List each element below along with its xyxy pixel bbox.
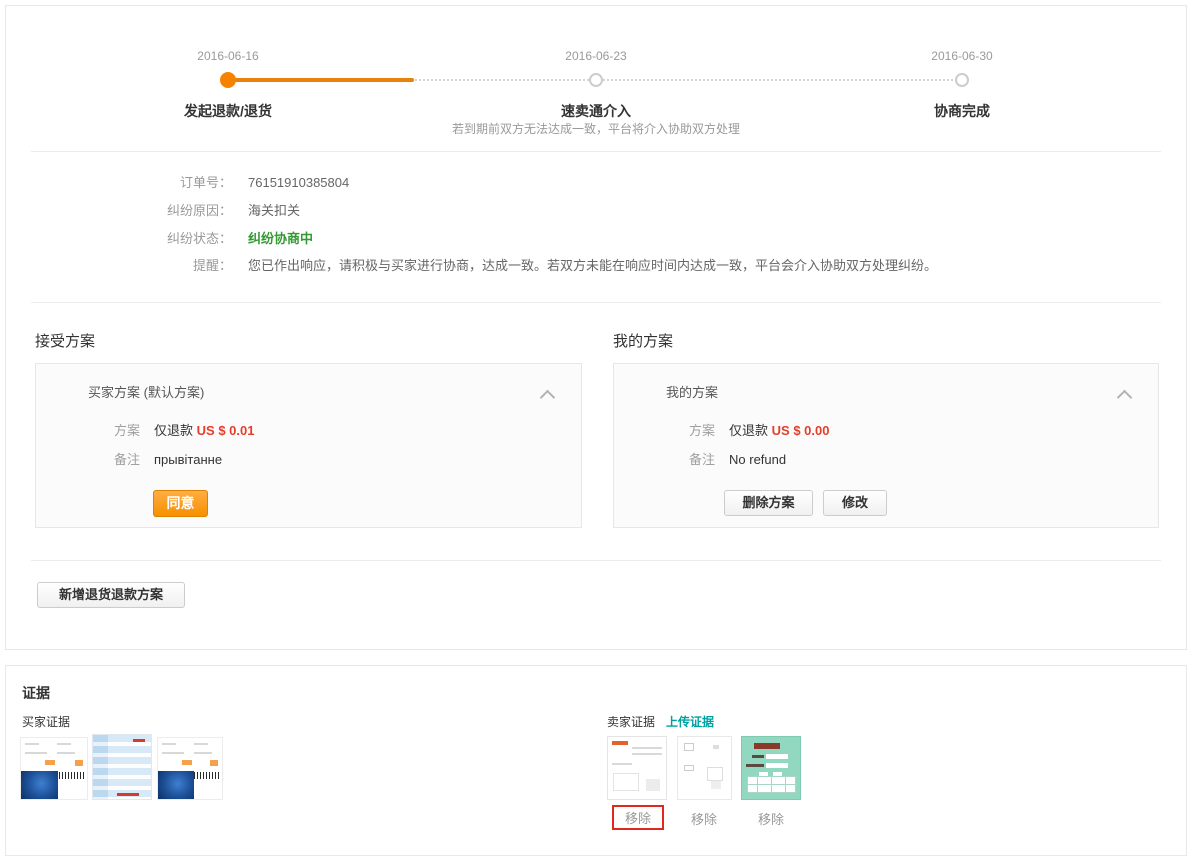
thumbnail-decoration [75, 760, 83, 766]
evidence-panel: 证据 买家证据 卖家证据 [5, 665, 1187, 856]
thumbnail-decoration [210, 760, 218, 766]
thumbnail-decoration [45, 760, 55, 765]
dispute-detail-page: 2016-06-16 2016-06-23 2016-06-30 发起退款/退货… [0, 0, 1192, 860]
thumbnail-decoration [766, 763, 788, 768]
seller-evidence-thumbnail[interactable] [741, 736, 801, 800]
timeline-dot-pending [589, 73, 603, 87]
buyer-evidence-thumbnail[interactable] [92, 734, 152, 800]
thumbnail-decoration [21, 771, 58, 799]
thumbnail-decoration [713, 745, 719, 749]
thumbnail-decoration [57, 752, 75, 754]
thumbnail-decoration [632, 747, 662, 749]
milestone-label: 发起退款/退货 [184, 101, 272, 121]
chevron-up-icon[interactable] [1117, 390, 1133, 406]
note-value: No refund [729, 452, 786, 467]
order-number-label: 订单号： [6, 173, 232, 193]
milestone-date: 2016-06-30 [931, 49, 992, 63]
milestone-date: 2016-06-23 [565, 49, 626, 63]
thumbnail-decoration [711, 781, 721, 789]
chevron-up-icon[interactable] [540, 390, 556, 406]
thumbnail-decoration [707, 767, 723, 781]
milestone-date: 2016-06-16 [197, 49, 258, 63]
seller-evidence-title: 卖家证据 [607, 713, 655, 730]
dispute-status-label: 纠纷状态： [6, 229, 232, 249]
thumbnail-decoration [194, 743, 208, 745]
reminder-label: 提醒： [6, 256, 232, 276]
remove-evidence-link[interactable]: 移除 [691, 809, 717, 828]
thumbnail-decoration [25, 752, 47, 754]
edit-plan-button[interactable]: 修改 [823, 490, 887, 516]
plan-amount: US $ 0.00 [772, 423, 830, 438]
thumbnail-decoration [182, 760, 192, 765]
thumbnail-decoration [632, 753, 662, 755]
note-label: 备注 [689, 452, 715, 467]
my-plan-panel: 我的方案 方案仅退款 US $ 0.00 备注 No refund 删除方案 修改 [613, 363, 1159, 528]
thumbnail-decoration [684, 765, 694, 771]
plan-label: 方案 [689, 423, 715, 438]
buyer-plan-panel: 买家方案 (默认方案) 方案仅退款 US $ 0.01 备注 прывітанне… [35, 363, 582, 528]
thumbnail-decoration [752, 755, 764, 758]
upload-evidence-link[interactable]: 上传证据 [666, 713, 714, 730]
accept-plan-section-title: 接受方案 [35, 330, 95, 351]
plan-type: 仅退款 [154, 423, 193, 438]
thumbnail-decoration [754, 743, 780, 749]
divider [31, 302, 1161, 303]
seller-evidence-thumbnail[interactable] [607, 736, 667, 800]
thumbnail-decoration [194, 752, 212, 754]
plan-type: 仅退款 [729, 423, 768, 438]
thumbnail-decoration [612, 763, 632, 765]
thumbnail-decoration [133, 739, 145, 742]
thumbnail-decoration [613, 773, 639, 791]
thumbnail-decoration [646, 779, 660, 791]
timeline-note: 若到期前双方无法达成一致，平台将介入协助双方处理 [452, 120, 740, 137]
note-label: 备注 [114, 452, 140, 467]
thumbnail-decoration [746, 764, 764, 767]
milestone-label: 速卖通介入 [561, 101, 631, 121]
reminder-text: 您已作出响应，请积极与买家进行协商，达成一致。若双方未能在响应时间内达成一致，平… [248, 256, 937, 276]
my-plan-panel-title: 我的方案 [666, 382, 718, 401]
thumbnail-decoration [747, 776, 796, 793]
timeline-dot-pending [955, 73, 969, 87]
dispute-main-panel: 2016-06-16 2016-06-23 2016-06-30 发起退款/退货… [5, 5, 1187, 650]
new-plan-button[interactable]: 新增退货退款方案 [37, 582, 185, 608]
plan-label: 方案 [114, 423, 140, 438]
thumbnail-decoration [684, 743, 694, 751]
thumbnail-decoration [59, 772, 85, 779]
plan-amount: US $ 0.01 [197, 423, 255, 438]
my-plan-section-title: 我的方案 [613, 330, 673, 351]
thumbnail-decoration [194, 772, 220, 779]
thumbnail-decoration [766, 754, 788, 759]
milestone-label: 协商完成 [934, 101, 990, 121]
evidence-title: 证据 [22, 683, 50, 703]
buyer-plan-panel-title: 买家方案 (默认方案) [88, 382, 204, 401]
thumbnail-decoration [158, 771, 194, 799]
dispute-reason-label: 纠纷原因： [6, 201, 232, 221]
divider [31, 560, 1161, 561]
thumbnail-decoration [57, 743, 71, 745]
buyer-evidence-title: 买家证据 [22, 713, 70, 730]
thumbnail-decoration [93, 735, 108, 799]
delete-plan-button[interactable]: 删除方案 [724, 490, 813, 516]
thumbnail-decoration [117, 793, 139, 796]
buyer-evidence-thumbnail[interactable] [20, 737, 88, 800]
thumbnail-decoration [162, 752, 184, 754]
agree-button[interactable]: 同意 [153, 490, 208, 517]
thumbnail-decoration [162, 743, 176, 745]
timeline-progress-line [228, 78, 414, 82]
order-number-value: 76151910385804 [248, 173, 349, 193]
thumbnail-decoration [612, 741, 628, 745]
divider [31, 151, 1161, 152]
seller-evidence-thumbnail[interactable] [677, 736, 732, 800]
dispute-reason-value: 海关扣关 [248, 201, 300, 221]
buyer-evidence-thumbnail[interactable] [157, 737, 223, 800]
dispute-status-badge: 纠纷协商中 [248, 229, 313, 249]
timeline-dot-active [220, 72, 236, 88]
remove-evidence-link[interactable]: 移除 [758, 809, 784, 828]
remove-evidence-link-highlighted[interactable]: 移除 [612, 805, 664, 830]
thumbnail-decoration [25, 743, 39, 745]
note-value: прывітанне [154, 452, 222, 467]
